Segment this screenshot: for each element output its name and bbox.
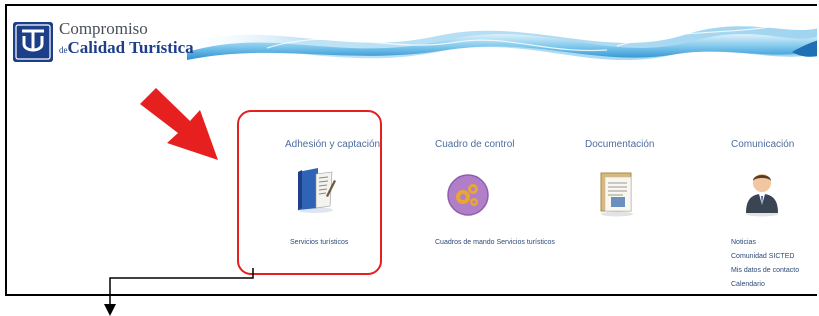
pointer-arrow-icon (104, 268, 254, 316)
red-arrow-icon (140, 88, 218, 160)
annotation-overlay (104, 88, 254, 316)
